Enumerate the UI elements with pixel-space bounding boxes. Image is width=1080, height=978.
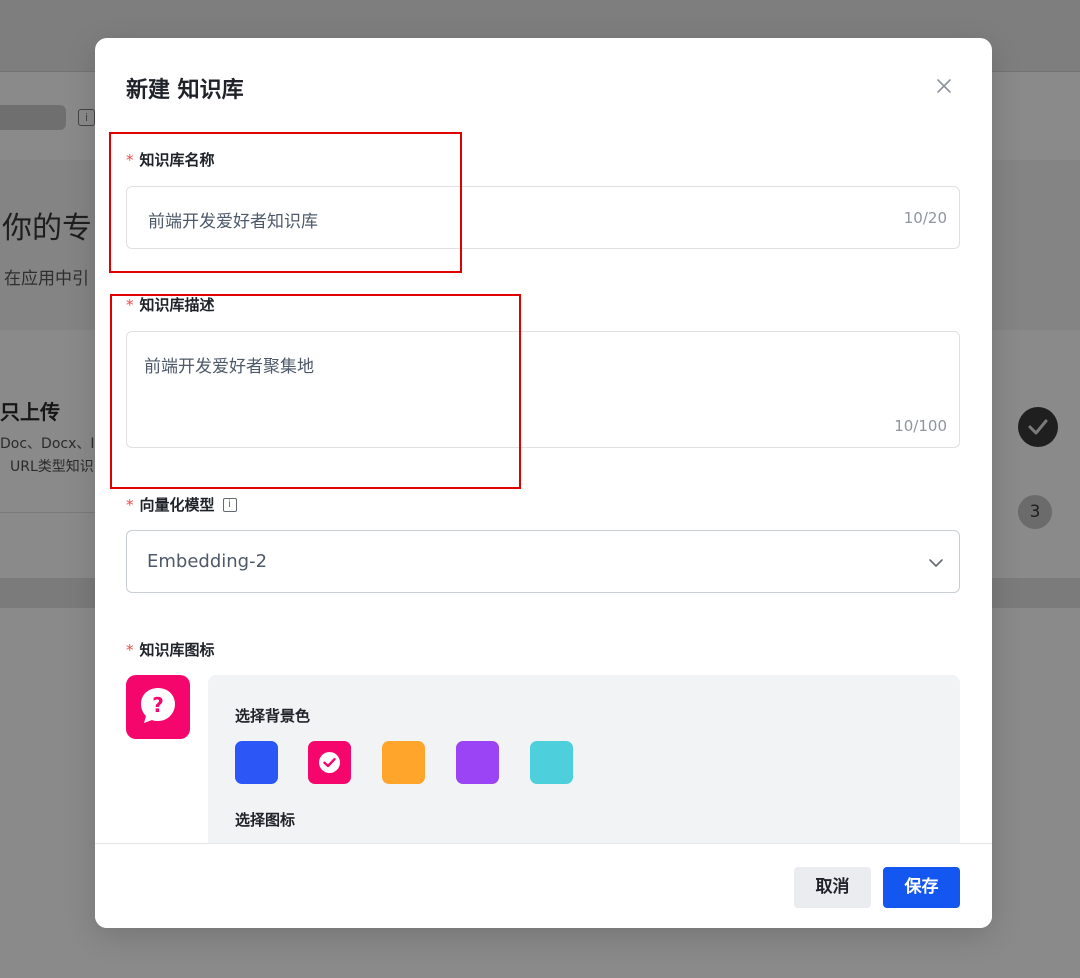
name-input-value: 前端开发爱好者知识库 xyxy=(148,212,318,232)
step-number-badge: 3 xyxy=(1018,495,1052,529)
description-textarea[interactable]: 前端开发爱好者聚集地 10/100 xyxy=(126,331,960,448)
name-field-label: * 知识库名称 xyxy=(126,149,215,170)
model-select[interactable]: Embedding-2 xyxy=(126,530,960,593)
color-swatch-purple[interactable] xyxy=(456,741,499,784)
color-swatch-orange[interactable] xyxy=(382,741,425,784)
close-icon[interactable] xyxy=(932,74,956,98)
name-char-counter: 10/20 xyxy=(903,209,947,227)
background-card-text: URL类型知识 xyxy=(10,459,94,475)
icon-select-title: 选择图标 xyxy=(235,811,296,829)
model-field-label: * 向量化模型 i xyxy=(126,494,237,515)
cancel-button[interactable]: 取消 xyxy=(794,867,871,908)
color-swatch-blue[interactable] xyxy=(235,741,278,784)
color-swatch-cyan[interactable] xyxy=(530,741,573,784)
description-input-value: 前端开发爱好者聚集地 xyxy=(144,357,314,377)
required-mark: * xyxy=(126,150,134,169)
create-knowledge-base-dialog: 新建 知识库 * 知识库名称 前端开发爱好者知识库 10/20 * 知识库描述 … xyxy=(95,38,992,928)
chevron-down-icon xyxy=(929,559,943,567)
required-mark: * xyxy=(126,495,134,514)
bg-color-title: 选择背景色 xyxy=(235,707,311,725)
svg-text:?: ? xyxy=(152,693,164,717)
step-complete-icon xyxy=(1018,407,1058,447)
save-button[interactable]: 保存 xyxy=(883,867,960,908)
background-hero-title: 你的专 xyxy=(2,211,92,246)
name-input[interactable]: 前端开发爱好者知识库 10/20 xyxy=(126,186,960,249)
background-info-icon: i xyxy=(78,109,95,126)
description-char-counter: 10/100 xyxy=(894,417,947,435)
required-mark: * xyxy=(126,295,134,314)
required-mark: * xyxy=(126,640,134,659)
knowledge-base-icon-preview[interactable]: ? xyxy=(126,675,190,739)
dialog-title: 新建 知识库 xyxy=(126,78,244,103)
background-card-text: Doc、Docx、I xyxy=(0,436,95,452)
question-bubble-icon: ? xyxy=(141,688,175,723)
background-hero-subtitle: 在应用中引 xyxy=(4,269,89,289)
dialog-footer: 取消 保存 xyxy=(95,843,992,928)
background-breadcrumb xyxy=(0,105,66,130)
description-label-text: 知识库描述 xyxy=(139,296,215,314)
background-divider xyxy=(0,512,95,513)
name-label-text: 知识库名称 xyxy=(139,151,215,169)
check-circle-icon xyxy=(319,752,340,773)
model-label-text: 向量化模型 xyxy=(139,496,215,514)
description-field-label: * 知识库描述 xyxy=(126,294,215,315)
info-icon[interactable]: i xyxy=(222,497,237,512)
background-card-title: 只上传 xyxy=(0,400,60,424)
color-swatch-pink-selected[interactable] xyxy=(308,741,351,784)
icon-label-text: 知识库图标 xyxy=(139,641,215,659)
icon-field-label: * 知识库图标 xyxy=(126,639,215,660)
model-select-value: Embedding-2 xyxy=(147,551,268,572)
